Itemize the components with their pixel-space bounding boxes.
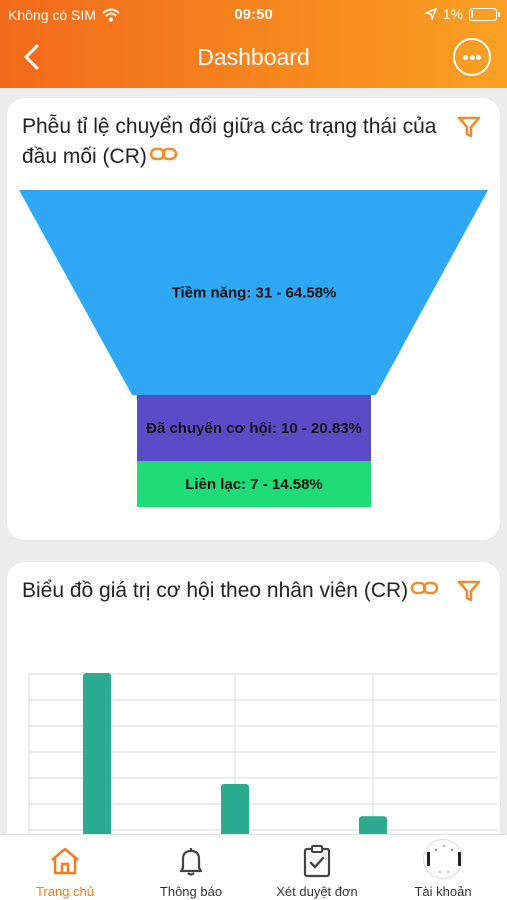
- chat-bubble-icon: [463, 55, 468, 60]
- tab-label: Tài khoản: [414, 884, 472, 899]
- funnel-stage-label: Liên lạc: 7 - 14.58%: [185, 476, 323, 493]
- avatar: [423, 839, 463, 879]
- avatar-image: [427, 844, 461, 873]
- home-icon: [51, 847, 79, 875]
- bar[interactable]: [83, 673, 111, 852]
- app-header: Không có SIM 09:50 1% Dashboard: [0, 0, 507, 88]
- nav-bar: Dashboard: [0, 32, 507, 82]
- bar-chart: [28, 673, 497, 852]
- clipboard-check-icon: [303, 845, 331, 878]
- status-bar: Không có SIM 09:50 1%: [0, 0, 507, 30]
- tab-notifications[interactable]: Thông báo: [128, 835, 254, 900]
- funnel-card: Phễu tỉ lệ chuyển đổi giữa các trạng thá…: [7, 98, 500, 540]
- tab-label: Xét duyệt đơn: [276, 884, 358, 899]
- tab-home[interactable]: Trang chủ: [2, 835, 128, 900]
- funnel-stage-label: Tiềm năng: 31 - 64.58%: [172, 285, 337, 302]
- status-right: 1%: [424, 6, 500, 22]
- funnel-stage-label: Đã chuyển cơ hội: 10 - 20.83%: [146, 420, 362, 437]
- battery-percent: 1%: [442, 6, 463, 22]
- battery-icon: [469, 7, 500, 21]
- tab-label: Trang chủ: [35, 884, 95, 899]
- chat-dot: [476, 55, 481, 60]
- tab-label: Thông báo: [159, 884, 223, 899]
- tab-account[interactable]: Tài khoản: [380, 835, 506, 900]
- bottom-nav: Trang chủ Thông báo Xét duyệt đơn Tài kh…: [0, 834, 507, 900]
- chat-button[interactable]: [453, 38, 491, 76]
- bar-card: Biểu đồ giá trị cơ hội theo nhân viên (C…: [7, 562, 500, 852]
- page-title: Dashboard: [197, 44, 310, 70]
- location-arrow-icon: [424, 8, 437, 20]
- funnel-chart: Tiềm năng: 31 - 64.58% Đã chuyển cơ hội: …: [19, 190, 488, 507]
- tab-approvals[interactable]: Xét duyệt đơn: [254, 835, 380, 900]
- bell-icon: [179, 848, 203, 876]
- chat-dot: [469, 55, 475, 60]
